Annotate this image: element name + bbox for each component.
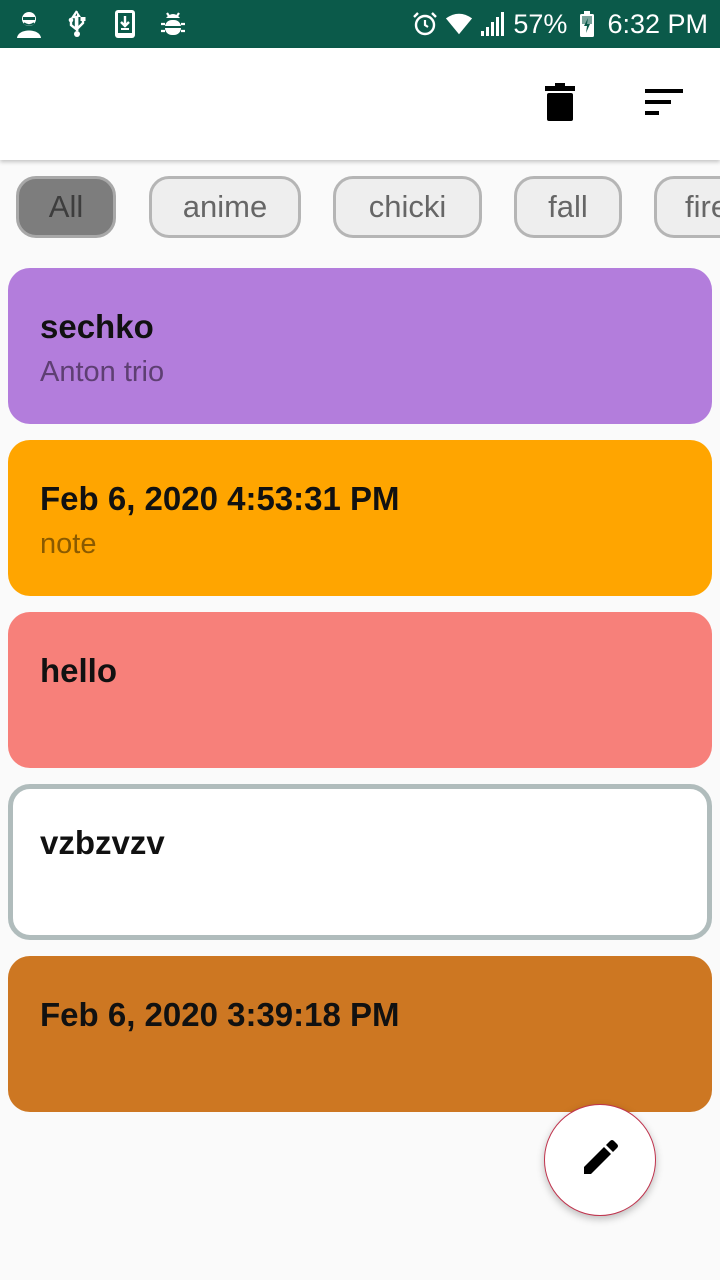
- app-toolbar: [0, 48, 720, 160]
- delete-button[interactable]: [530, 74, 590, 134]
- battery-percent: 57%: [513, 8, 568, 39]
- note-title: Feb 6, 2020 3:39:18 PM: [40, 996, 400, 1033]
- chip-anime[interactable]: anime: [149, 176, 301, 238]
- trash-icon: [545, 82, 575, 126]
- pencil-edit-icon: [581, 1139, 619, 1182]
- status-bar: 57% 6:32 PM: [0, 0, 720, 48]
- chip-fire[interactable]: fire: [654, 176, 720, 238]
- sort-button[interactable]: [634, 74, 694, 134]
- note-title: hello: [40, 652, 118, 689]
- wifi-icon: [445, 10, 473, 38]
- signal-icon: [479, 10, 507, 38]
- note-title: sechko: [40, 308, 154, 345]
- note-card[interactable]: Feb 6, 2020 4:53:31 PM note: [8, 440, 712, 596]
- battery-charging-icon: [573, 10, 601, 38]
- chip-all[interactable]: All: [16, 176, 116, 238]
- note-card[interactable]: hello: [8, 612, 712, 768]
- tag-filter-chips: All anime chicki fall fire: [0, 176, 720, 244]
- sort-icon: [645, 88, 683, 120]
- note-card[interactable]: Feb 6, 2020 3:39:18 PM: [8, 956, 712, 1112]
- note-subtitle: Anton trio: [40, 356, 165, 388]
- note-card[interactable]: vzbzvzv: [8, 784, 712, 940]
- note-subtitle: note: [40, 528, 97, 560]
- status-right: 57% 6:32 PM: [411, 0, 708, 48]
- note-title: Feb 6, 2020 4:53:31 PM: [40, 480, 400, 517]
- note-card[interactable]: sechko Anton trio: [8, 268, 712, 424]
- notification-icons: [14, 8, 188, 40]
- clock: 6:32 PM: [607, 8, 708, 39]
- app-avatar-icon: [14, 9, 44, 39]
- chip-chicki[interactable]: chicki: [333, 176, 482, 238]
- usb-icon: [62, 9, 92, 39]
- alarm-icon: [411, 10, 439, 38]
- new-note-fab[interactable]: [544, 1104, 656, 1216]
- note-title: vzbzvzv: [40, 824, 165, 861]
- debug-bug-icon: [158, 9, 188, 39]
- chip-fall[interactable]: fall: [514, 176, 622, 238]
- download-icon: [110, 9, 140, 39]
